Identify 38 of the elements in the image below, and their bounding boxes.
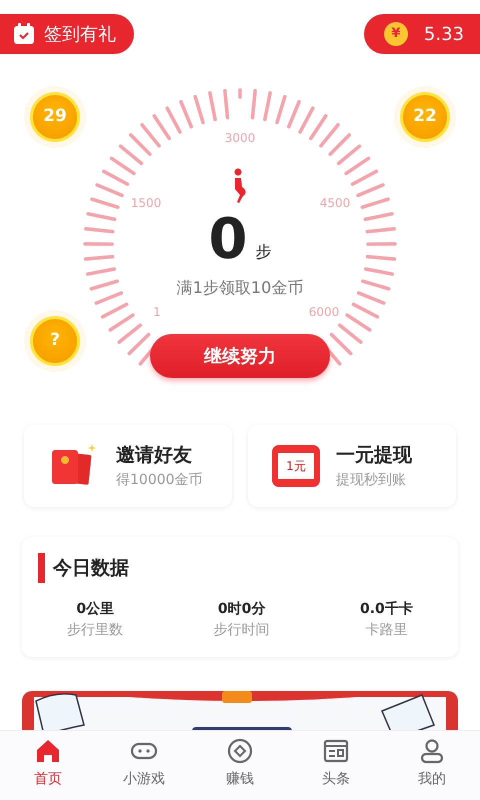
nav-tab[interactable]: 我的 [384, 731, 480, 800]
step-count: 0 [208, 212, 248, 268]
scale-label: 3000 [224, 131, 256, 145]
keep-going-button[interactable]: 继续努力 [150, 334, 330, 378]
stat-value: 0公里 [76, 600, 114, 619]
reward-hint: 满1步领取10金币 [176, 277, 304, 299]
calendar-check-icon [12, 22, 36, 46]
newspaper-icon [322, 737, 350, 765]
stat-value: 0.0千卡 [360, 600, 413, 619]
promo-card[interactable]: 1元 一元提现 提现秒到账 [248, 425, 456, 507]
scale-label: 6000 [308, 305, 340, 319]
home-icon [34, 737, 62, 765]
scale-label: 1500 [130, 196, 162, 210]
step-unit: 步 [255, 241, 272, 263]
nav-tab[interactable]: 首页 [0, 731, 96, 800]
check-in-button[interactable]: 签到有礼 [0, 14, 134, 54]
scale-label: 1 [153, 305, 161, 319]
card-subtitle: 提现秒到账 [336, 470, 406, 490]
stat-label: 卡路里 [365, 621, 408, 640]
card-title: 一元提现 [336, 443, 412, 468]
balance-button[interactable]: ¥ 5.33 [364, 14, 480, 54]
voucher-icon: 1元 [272, 445, 320, 487]
user-icon [418, 737, 446, 765]
stat-label: 步行里数 [67, 621, 124, 640]
card-subtitle: 得10000金币 [116, 470, 203, 490]
coin-icon: ¥ [384, 22, 408, 46]
stat-value: 0时0分 [218, 600, 266, 619]
section-title: 今日数据 [53, 556, 129, 581]
walking-person-icon [232, 168, 248, 204]
coin-icon [226, 737, 254, 765]
scale-label: 4500 [320, 196, 350, 210]
nav-tab[interactable]: 头条 [288, 731, 384, 800]
stat-label: 步行时间 [214, 621, 270, 640]
card-title: 邀请好友 [116, 443, 192, 468]
nav-tab[interactable]: 小游戏 [96, 731, 192, 800]
promo-card[interactable]: 邀请好友 得10000金币 [24, 425, 232, 507]
accent-bar [38, 553, 45, 583]
nav-tab[interactable]: 赚钱 [192, 731, 288, 800]
